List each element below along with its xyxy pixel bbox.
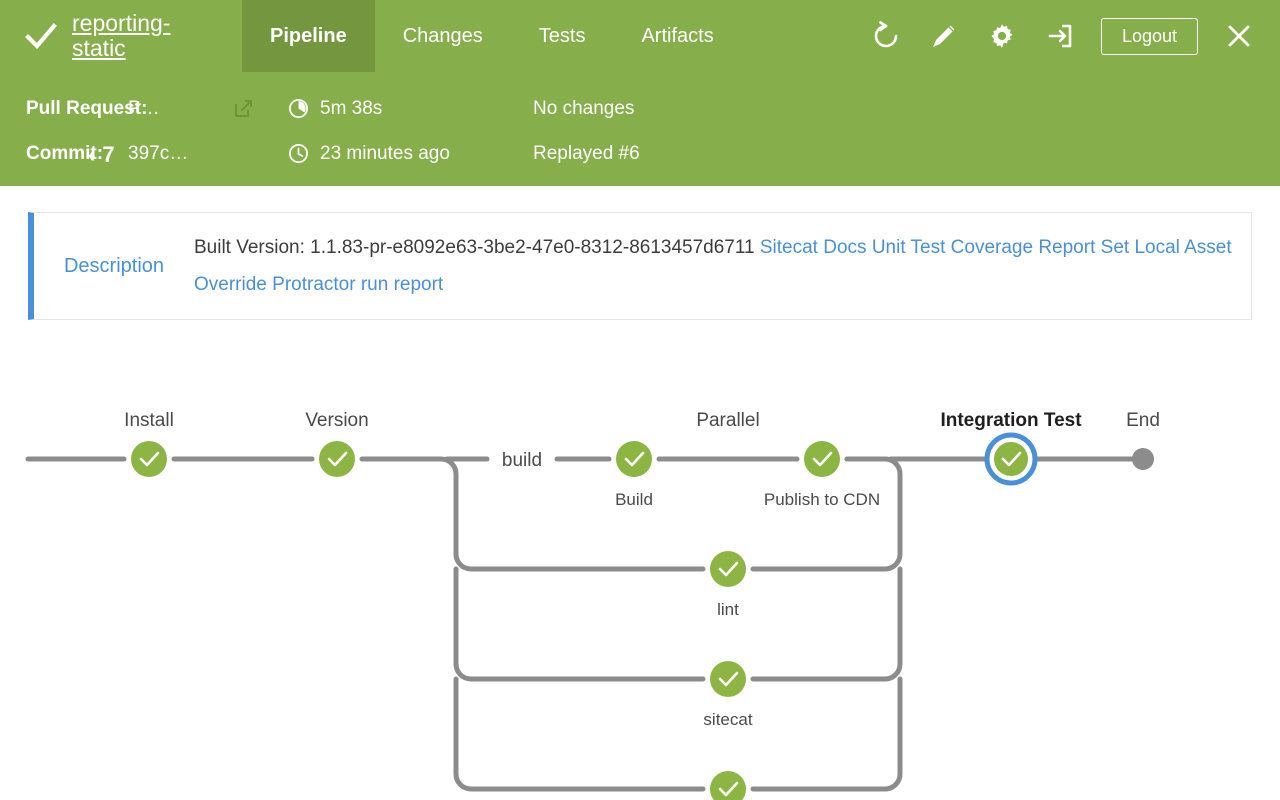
meta-row-pull-request: Pull Request: P… 5m 38s No changes <box>0 86 1280 131</box>
built-version-text: Built Version: 1.1.83-pr-e8092e63-3be2-4… <box>194 237 760 258</box>
node-end[interactable] <box>1132 448 1154 470</box>
top-navigation-bar: reporting-static Pipeline Changes Tests … <box>0 0 1280 72</box>
clock-icon <box>288 143 309 164</box>
node-label-lint: lint <box>717 600 739 619</box>
node-label-publish-to-cdn: Publish to CDN <box>764 490 880 509</box>
stage-title-end[interactable]: End <box>1126 410 1160 431</box>
node-lint[interactable] <box>710 551 746 587</box>
chevron-left-icon: ‹ <box>88 142 96 167</box>
run-meta-bar: ‹ 7 Pull Request: P… 5m 38s No changes C… <box>0 72 1280 186</box>
logs-icon[interactable] <box>1033 9 1087 63</box>
time-ago-cell: 23 minutes ago <box>288 143 533 165</box>
node-publish-to-cdn[interactable] <box>804 441 840 477</box>
stage-title-integration-test[interactable]: Integration Test <box>940 410 1082 431</box>
rerun-icon[interactable] <box>859 9 913 63</box>
tab-pipeline[interactable]: Pipeline <box>242 0 375 72</box>
edit-pencil-icon[interactable] <box>917 9 971 63</box>
pull-request-label: Pull Request: <box>26 97 148 119</box>
replay-info: Replayed #6 <box>533 142 640 164</box>
blue-ocean-pipeline-page: reporting-static Pipeline Changes Tests … <box>0 0 1280 800</box>
gear-icon[interactable] <box>975 9 1029 63</box>
stage-title-version[interactable]: Version <box>305 410 368 431</box>
page-title[interactable]: reporting-static <box>72 11 222 61</box>
pipeline-brand[interactable]: reporting-static <box>0 0 242 72</box>
node-build[interactable] <box>616 441 652 477</box>
node-label-sitecat: sitecat <box>703 710 752 729</box>
meta-row-commit: Commit: 397c… 23 minutes ago Replayed #6 <box>0 131 1280 176</box>
duration-cell: 5m 38s <box>288 98 533 120</box>
duration-icon <box>288 98 309 119</box>
external-link-icon[interactable] <box>233 98 288 119</box>
tab-tests[interactable]: Tests <box>511 0 614 72</box>
logout-button[interactable]: Logout <box>1100 17 1198 55</box>
changes-summary: No changes <box>533 97 635 119</box>
pull-request-value[interactable]: P… <box>128 98 233 120</box>
node-sitecat[interactable] <box>710 661 746 697</box>
run-back-link[interactable]: ‹ 7 <box>88 142 115 168</box>
duration-text: 5m 38s <box>320 97 383 119</box>
link-unit-test-coverage-report[interactable]: Unit Test Coverage Report <box>872 237 1096 258</box>
description-label: Description <box>63 254 165 277</box>
node-label-build: Build <box>615 490 653 509</box>
description-body: Built Version: 1.1.83-pr-e8092e63-3be2-4… <box>194 213 1251 319</box>
pipeline-edges <box>25 456 1146 792</box>
description-box: Description Built Version: 1.1.83-pr-e80… <box>28 212 1252 320</box>
pipeline-graph: build Install Version Parallel Integrati… <box>0 342 1280 800</box>
node-unittest[interactable] <box>710 771 746 800</box>
link-sitecat-docs[interactable]: Sitecat Docs <box>760 237 867 258</box>
commit-value[interactable]: 397c… <box>128 143 233 165</box>
run-number: 7 <box>102 142 115 167</box>
node-install[interactable] <box>131 441 167 477</box>
edge-label-build: build <box>502 450 542 471</box>
nav-action-buttons: Logout <box>859 0 1280 72</box>
tab-artifacts[interactable]: Artifacts <box>613 0 741 72</box>
stage-title-parallel[interactable]: Parallel <box>696 410 759 431</box>
stage-title-install[interactable]: Install <box>124 410 174 431</box>
node-integration-test[interactable] <box>984 432 1038 486</box>
description-section: Description Built Version: 1.1.83-pr-e80… <box>0 186 1280 320</box>
close-icon[interactable] <box>1212 9 1266 63</box>
link-protractor-run-report[interactable]: Protractor run report <box>272 274 443 295</box>
check-icon <box>25 23 57 50</box>
node-version[interactable] <box>319 441 355 477</box>
time-ago-text: 23 minutes ago <box>320 142 450 164</box>
nav-tabs: Pipeline Changes Tests Artifacts <box>242 0 742 72</box>
tab-changes[interactable]: Changes <box>375 0 511 72</box>
